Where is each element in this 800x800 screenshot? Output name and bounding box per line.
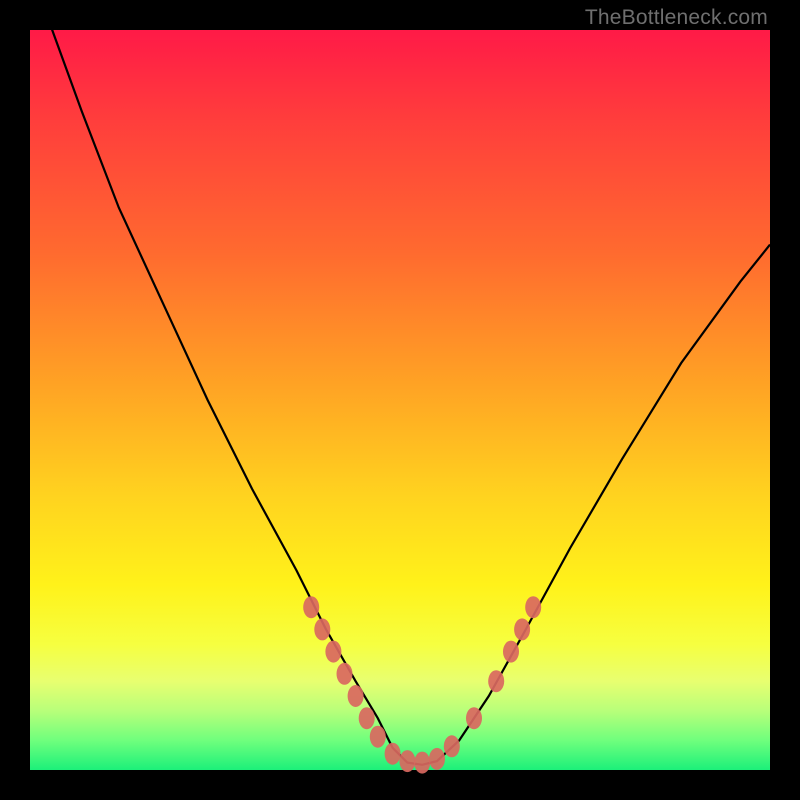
- data-marker: [314, 618, 330, 640]
- data-marker: [325, 641, 341, 663]
- watermark-text: TheBottleneck.com: [585, 6, 768, 30]
- data-marker: [385, 743, 401, 765]
- data-marker: [429, 748, 445, 770]
- data-marker: [444, 735, 460, 757]
- data-marker: [503, 641, 519, 663]
- data-marker: [348, 685, 364, 707]
- marker-group: [303, 596, 541, 773]
- data-marker: [514, 618, 530, 640]
- data-marker: [370, 726, 386, 748]
- curve-layer: [30, 30, 770, 770]
- data-marker: [525, 596, 541, 618]
- chart-frame: TheBottleneck.com: [0, 0, 800, 800]
- data-marker: [359, 707, 375, 729]
- data-marker: [466, 707, 482, 729]
- plot-area: [30, 30, 770, 770]
- data-marker: [337, 663, 353, 685]
- bottleneck-curve: [30, 0, 770, 765]
- data-marker: [488, 670, 504, 692]
- data-marker: [303, 596, 319, 618]
- data-marker: [399, 750, 415, 772]
- data-marker: [414, 752, 430, 774]
